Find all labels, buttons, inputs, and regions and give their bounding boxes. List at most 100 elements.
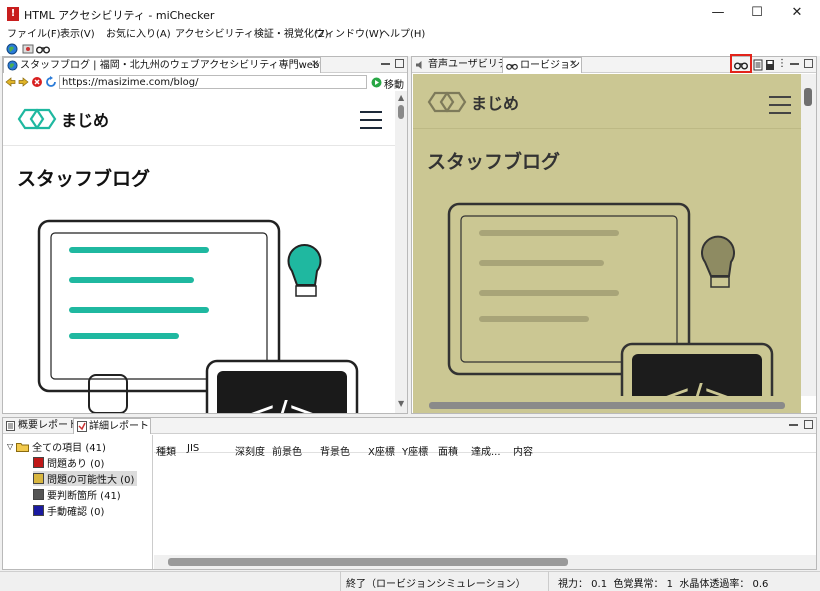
table-horizontal-scrollbar[interactable] (154, 555, 816, 569)
tab-summary-report[interactable]: 概要レポート (3, 418, 73, 434)
header-divider (413, 128, 801, 129)
tree-root[interactable]: ▽ 全ての項目 (41) (7, 439, 106, 454)
status-divider (340, 571, 341, 591)
manual-check-icon (33, 505, 44, 516)
tree-item-label: 要判断箇所 (41) (47, 491, 121, 502)
report-maximize-icon[interactable] (804, 420, 813, 429)
category-tree: ▽ 全ての項目 (41) 問題あり (0) 問題の可能性大 (0) 要判断箇所 … (3, 435, 153, 569)
browser-tab-title: スタッフブログ | 福岡・北九州のウェブアクセシビリティ専門web制作会社 (20, 60, 320, 71)
binoculars-icon (506, 63, 518, 70)
browser-scroll-thumb[interactable] (398, 105, 404, 119)
go-icon[interactable] (371, 77, 382, 88)
minimize-button[interactable]: — (703, 3, 733, 23)
mug-illustration (88, 374, 128, 413)
preview-hscroll-thumb[interactable] (429, 402, 785, 409)
tree-item-needs-judgment[interactable]: 要判断箇所 (41) (33, 487, 121, 502)
status-message: 終了（ロービジョンシミュレーション） (346, 579, 526, 590)
app-icon: ! (7, 7, 19, 21)
summary-icon (6, 421, 15, 431)
judgment-icon (33, 489, 44, 500)
tab-voice-usability-label: 音声ユーザビリティ (428, 59, 502, 70)
status-bar: 終了（ロービジョンシミュレーション） 視力： 0.1 色覚異常： 1 水晶体透過… (0, 571, 820, 591)
voice-icon[interactable] (22, 43, 34, 55)
tree-item-problem[interactable]: 問題あり (0) (33, 455, 104, 470)
svg-text:</>: </> (248, 394, 316, 413)
column-header-type[interactable]: 種類 (156, 443, 176, 458)
error-icon (33, 457, 44, 468)
page-heading: スタッフブログ (17, 168, 151, 190)
table-hscroll-thumb[interactable] (168, 558, 568, 566)
go-button[interactable]: 移動 (384, 76, 404, 91)
warning-icon (33, 473, 44, 484)
detail-icon (77, 421, 87, 432)
tree-item-likely-problem[interactable]: 問題の可能性大 (0) (33, 471, 138, 486)
menu-bar: ファイル(F) 表示(V) お気に入り(A) アクセシビリティ検証・視覚化(Z)… (0, 28, 820, 42)
save-icon[interactable] (765, 59, 775, 71)
toolbar (0, 42, 820, 56)
preview-vertical-scrollbar[interactable] (801, 74, 816, 396)
hamburger-menu-icon[interactable] (360, 111, 382, 135)
menu-help[interactable]: ヘルプ(H) (380, 28, 425, 42)
globe-icon (7, 60, 18, 71)
tree-item-manual-check[interactable]: 手動確認 (0) (33, 503, 104, 518)
tab-detail-label: 詳細レポート (89, 421, 149, 432)
report-icon[interactable] (753, 59, 763, 71)
menu-file[interactable]: ファイル(F) (7, 28, 61, 42)
tab-summary-label: 概要レポート (18, 420, 73, 431)
site-logo-text[interactable]: まじめ (61, 107, 109, 131)
hero-illustration: </> (37, 219, 359, 413)
menu-window[interactable]: ウィンドウ(W) (315, 28, 383, 42)
browser-maximize-icon[interactable] (395, 59, 404, 68)
maximize-button[interactable]: ☐ (742, 3, 772, 23)
window-title: HTML アクセシビリティ - miChecker (24, 9, 215, 22)
view-menu-icon[interactable]: ⋮ (777, 58, 787, 70)
tab-detail-report[interactable]: 詳細レポート (73, 418, 151, 434)
preview-minimize-icon[interactable] (790, 59, 799, 65)
tab-voice-usability[interactable]: 音声ユーザビリティ (412, 57, 502, 73)
report-minimize-icon[interactable] (789, 420, 798, 426)
url-input[interactable] (59, 75, 367, 89)
binoculars-icon[interactable] (36, 43, 50, 55)
column-header-severity[interactable]: 深刻度 (235, 443, 265, 458)
folder-icon (16, 442, 30, 452)
site-logo-icon[interactable] (17, 107, 57, 131)
close-button[interactable]: ✕ (782, 3, 812, 23)
forward-icon[interactable] (18, 77, 29, 87)
site-logo-icon (427, 91, 467, 113)
web-page-view: まじめ スタッフブログ </> (3, 91, 395, 413)
browser-tab[interactable]: スタッフブログ | 福岡・北九州のウェブアクセシビリティ専門web制作会社 (3, 57, 321, 73)
refresh-icon[interactable] (45, 76, 57, 88)
back-icon[interactable] (5, 77, 16, 87)
report-tabbar: 概要レポート 詳細レポート (3, 418, 816, 434)
column-header-foreground[interactable]: 前景色 (272, 443, 302, 458)
scroll-down-icon[interactable]: ▼ (398, 399, 404, 408)
menu-view[interactable]: 表示(V) (60, 28, 95, 42)
column-header-x[interactable]: X座標 (368, 443, 395, 458)
tree-item-label: 手動確認 (0) (47, 507, 105, 518)
browser-minimize-icon[interactable] (381, 59, 390, 65)
column-header-area[interactable]: 面積 (438, 443, 458, 458)
preview-maximize-icon[interactable] (804, 59, 813, 68)
menu-accessibility[interactable]: アクセシビリティ検証・視覚化(Z) (175, 28, 329, 42)
tree-item-label: 問題あり (0) (47, 459, 105, 470)
chevron-down-icon[interactable]: ▽ (7, 442, 13, 451)
preview-panel: 音声ユーザビリティ ロービジョン ✕ ⋮ まじめ スタッフブログ (411, 54, 817, 414)
browser-vertical-scrollbar[interactable]: ▲ ▼ (395, 91, 407, 413)
preview-horizontal-scrollbar[interactable] (413, 396, 801, 413)
title-bar: ! HTML アクセシビリティ - miChecker — ☐ ✕ (0, 0, 820, 28)
hamburger-menu-icon (769, 96, 791, 120)
low-vision-simulate-icon[interactable] (734, 59, 748, 71)
site-logo-text: まじめ (471, 94, 520, 113)
browser-tab-close-icon[interactable]: ✕ (311, 57, 319, 72)
globe-icon[interactable] (6, 43, 18, 55)
column-header-y[interactable]: Y座標 (402, 443, 428, 458)
column-header-criteria[interactable]: 達成... (471, 443, 501, 458)
column-header-jis[interactable]: JIS (187, 443, 199, 454)
scroll-up-icon[interactable]: ▲ (398, 93, 404, 102)
column-header-content[interactable]: 内容 (513, 443, 533, 458)
preview-tab-close-icon[interactable]: ✕ (569, 57, 577, 72)
preview-scroll-thumb[interactable] (804, 88, 812, 106)
stop-icon[interactable] (31, 76, 43, 88)
column-header-background[interactable]: 背景色 (320, 443, 350, 458)
menu-favorites[interactable]: お気に入り(A) (106, 28, 171, 42)
